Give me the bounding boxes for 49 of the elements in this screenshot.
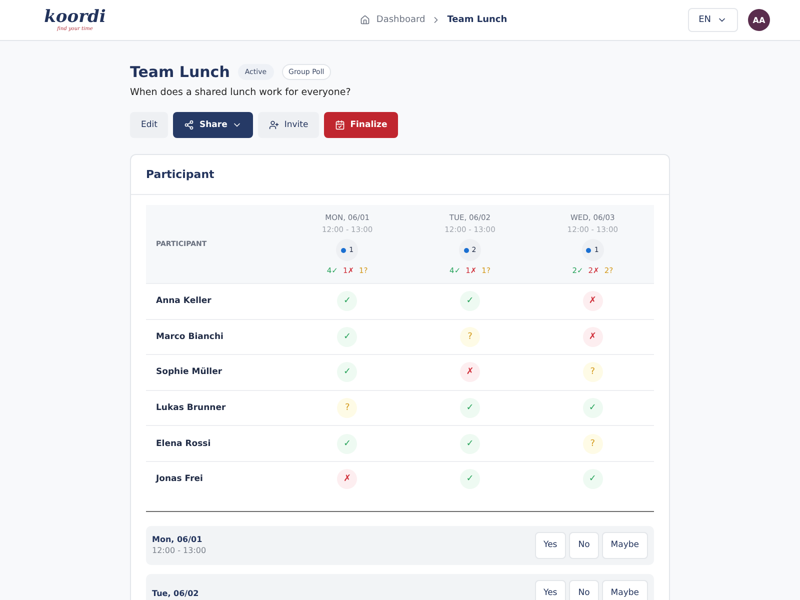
vote-answer: ? [460, 326, 480, 347]
vote-option-button[interactable]: No [569, 532, 599, 559]
vote-answer: ✓ [460, 398, 480, 418]
vote-option-button[interactable]: Maybe [602, 532, 648, 559]
poll-description: When does a shared lunch work for everyone? [130, 87, 352, 98]
vote-answer: ✓ [460, 291, 480, 312]
participant-name: Jonas Frei [146, 460, 286, 497]
vote-answer: ✗ [337, 469, 358, 490]
vote-answer: ✗ [582, 291, 603, 312]
action-button[interactable]: Share [173, 112, 254, 138]
user-avatar[interactable]: AA [748, 9, 770, 31]
vote-option-button[interactable]: Yes [534, 580, 566, 600]
slot-time: 12:00 - 13:00 [152, 546, 206, 556]
card-title: Participant [131, 155, 669, 195]
language-selector[interactable]: EN [688, 8, 738, 32]
slot-day: Tue, 06/02 [152, 588, 199, 598]
vote-option-button[interactable]: Yes [534, 532, 566, 559]
participant-name: Elena Rossi [146, 425, 286, 461]
slot-day: Mon, 06/01 [152, 535, 206, 544]
vote-answer: ✓ [582, 469, 603, 490]
action-button[interactable]: Finalize [324, 112, 398, 138]
logo[interactable]: koordi [44, 8, 106, 26]
participant-name: Lukas Brunner [146, 390, 286, 426]
vote-answer: ✓ [582, 398, 603, 418]
vote-answer: ? [582, 362, 603, 382]
poll-title: Team Lunch [130, 63, 230, 81]
breadcrumb-link[interactable]: Team Lunch [447, 15, 508, 25]
action-button[interactable]: Edit [130, 112, 168, 138]
participant-name: Sophie Müller [146, 354, 286, 390]
calendar-check-icon [335, 120, 346, 130]
vote-answer: ✗ [582, 326, 603, 347]
action-button[interactable]: Invite [258, 112, 320, 138]
vote-answer: ✓ [337, 326, 358, 347]
user-plus-icon [269, 120, 280, 130]
home-icon[interactable] [360, 15, 370, 25]
vote-option-button[interactable]: Maybe [602, 580, 648, 600]
vote-answer: ✓ [337, 291, 358, 312]
vote-option-button[interactable]: No [569, 580, 599, 600]
breadcrumb-link[interactable]: Dashboard [376, 15, 426, 25]
participant-name: Marco Bianchi [146, 318, 286, 354]
vote-answer: ? [337, 398, 358, 418]
vote-answer: ✗ [460, 362, 480, 382]
vote-answer: ✓ [460, 434, 480, 454]
share-icon [184, 120, 194, 130]
participant-name: Anna Keller [146, 283, 286, 319]
vote-answer: ✓ [337, 434, 358, 454]
vote-answer: ✓ [460, 469, 480, 490]
vote-answer: ? [582, 434, 603, 454]
vote-answer: ✓ [337, 362, 358, 382]
